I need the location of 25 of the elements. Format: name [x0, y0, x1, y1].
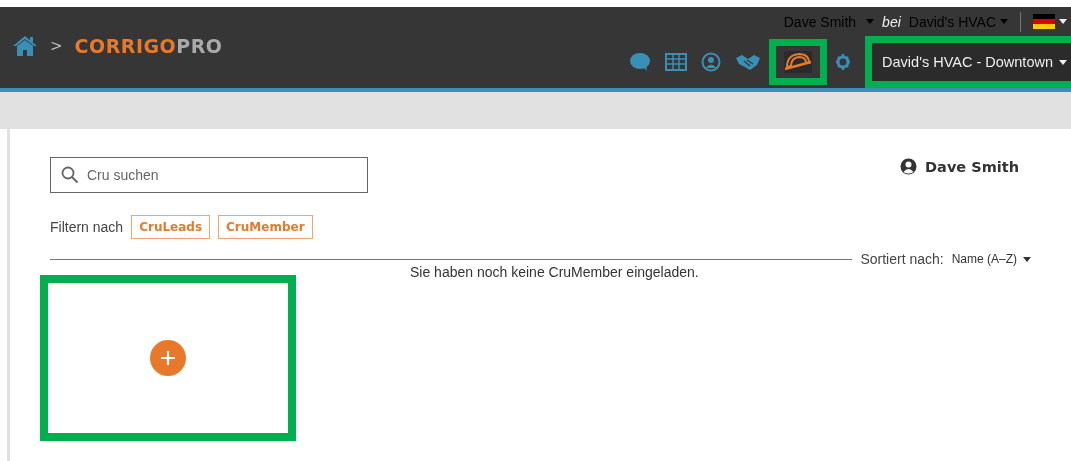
user-circle-icon	[900, 158, 918, 175]
handshake-icon[interactable]	[735, 53, 762, 71]
add-card[interactable]	[40, 275, 296, 441]
sort-label: Sortiert nach:	[860, 251, 944, 267]
logo[interactable]: CORRIGOPRO	[74, 34, 223, 57]
gear-icon[interactable]	[835, 52, 852, 72]
add-icon[interactable]	[150, 340, 186, 376]
connector-text: bei	[882, 13, 901, 30]
sort-dropdown[interactable]: Name (A–Z)	[951, 252, 1031, 266]
filter-chip[interactable]: CruLeads	[131, 215, 211, 239]
table-icon[interactable]	[665, 53, 688, 71]
speech-bubble-icon[interactable]	[629, 52, 652, 72]
filter-chip[interactable]: CruMember	[218, 215, 313, 239]
hard-hat-icon[interactable]	[784, 51, 813, 73]
german-flag-icon	[1033, 14, 1055, 29]
user-circle-icon[interactable]	[701, 52, 722, 72]
profile-name: Dave Smith	[925, 158, 1019, 175]
search-field[interactable]: Cru suchen	[50, 157, 368, 193]
empty-message: Sie haben noch keine CruMember eingeladen.	[410, 264, 699, 280]
home-icon[interactable]	[12, 34, 38, 57]
breadcrumb-separator: >	[50, 36, 63, 55]
language-menu[interactable]	[1033, 14, 1067, 29]
location-dropdown[interactable]: David's HVAC - Downtown	[865, 36, 1071, 88]
search-icon	[61, 166, 79, 184]
filter-label: Filtern nach	[50, 219, 124, 235]
